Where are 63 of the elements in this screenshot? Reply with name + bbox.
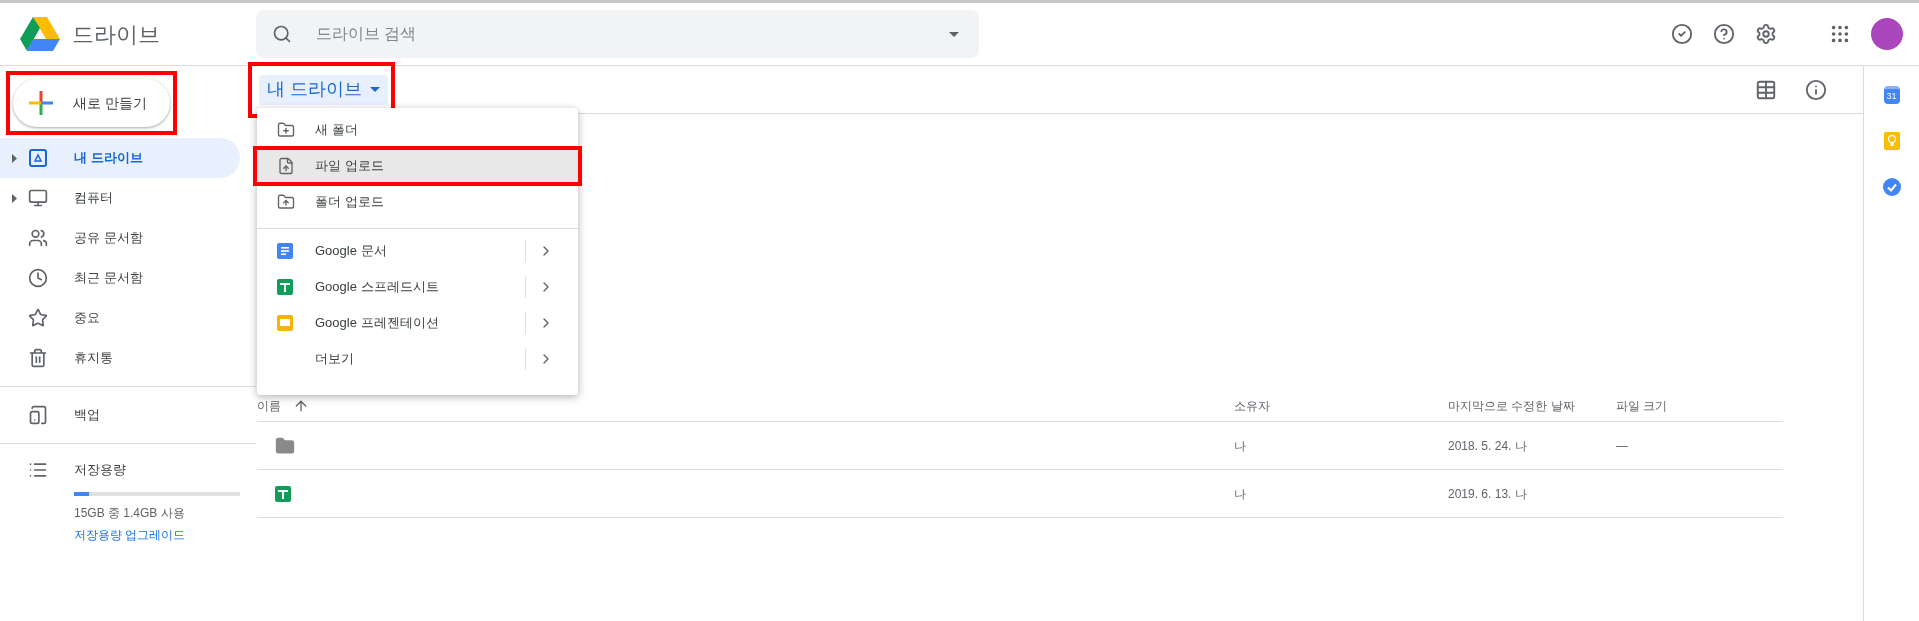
owner-cell-text: 나 (1234, 485, 1246, 503)
sidebar-item[interactable]: 휴지통 (0, 338, 240, 378)
sidebar-item[interactable]: 백업 (0, 395, 240, 435)
column-header[interactable]: 소유자 (1234, 396, 1270, 415)
slides-icon (277, 315, 293, 331)
grid-view-icon[interactable] (1755, 78, 1777, 101)
modified-cell-text: 2019. 6. 13. 나 (1448, 485, 1527, 503)
caret-icon (370, 87, 380, 92)
drive-logo-icon (20, 16, 60, 52)
drive-icon (28, 148, 48, 168)
avatar[interactable] (1871, 18, 1903, 50)
menu-item[interactable]: 파일 업로드 (257, 150, 578, 182)
people-icon (28, 228, 48, 248)
menu-item[interactable]: Google 문서 (257, 235, 578, 267)
apps-icon[interactable] (1829, 23, 1851, 45)
expand-arrow-icon[interactable] (11, 193, 17, 203)
sidebar-item[interactable]: 중요 (0, 298, 240, 338)
settings-icon[interactable] (1755, 23, 1777, 45)
search-icon (272, 24, 292, 44)
folder-upload-icon (277, 193, 295, 211)
folder-plus-icon (277, 121, 295, 139)
menu-item[interactable]: Google 스프레드시트 (257, 271, 578, 303)
file-row[interactable]: 나 2018. 5. 24. 나 — (257, 422, 1783, 470)
file-upload-icon (277, 157, 295, 175)
modified-cell-text: 2018. 5. 24. 나 (1448, 437, 1527, 455)
sidebar-item[interactable]: 최근 문서함 (0, 258, 240, 298)
expand-arrow-icon[interactable] (11, 153, 17, 163)
clock-icon (28, 268, 48, 288)
plus-icon (29, 91, 53, 115)
help-icon[interactable] (1713, 23, 1735, 45)
column-header[interactable]: 마지막으로 수정한 날짜 (1448, 396, 1575, 415)
caret-icon (949, 32, 959, 37)
sheets-icon (277, 279, 293, 295)
upgrade-link[interactable]: 저장용량 업그레이드 (74, 526, 186, 544)
trash-icon (28, 348, 48, 368)
folder-icon (275, 435, 295, 456)
sidebar-item[interactable]: 컴퓨터 (0, 178, 240, 218)
owner-cell-text: 나 (1234, 437, 1246, 455)
menu-item[interactable]: Google 프레젠테이션 (257, 307, 578, 339)
storage-label: 저장용량 (74, 461, 126, 480)
new-button[interactable]: 새로 만들기 (13, 79, 170, 127)
app-name: 드라이브 (72, 20, 160, 49)
storage-usage: 15GB 중 1.4GB 사용 (74, 505, 186, 522)
column-header[interactable]: 파일 크기 (1616, 396, 1668, 415)
file-row[interactable]: 나 2019. 6. 13. 나 (257, 470, 1783, 518)
search-field[interactable]: 드라이브 검색 (256, 10, 979, 58)
sidebar-item[interactable]: 내 드라이브 (0, 138, 240, 178)
task-icon[interactable] (1882, 178, 1901, 196)
task-check-icon[interactable] (1671, 23, 1693, 45)
calendar-icon[interactable]: 31 (1883, 86, 1900, 104)
menu-item[interactable]: 폴더 업로드 (257, 186, 578, 218)
breadcrumb-button[interactable]: 내 드라이브 (259, 74, 388, 105)
info-icon[interactable] (1805, 78, 1827, 101)
computer-icon (28, 188, 48, 208)
size-cell-text: — (1616, 437, 1628, 455)
sheets-icon (275, 485, 291, 502)
menu-item[interactable]: 새 폴더 (257, 114, 578, 146)
column-header[interactable]: 이름 (257, 396, 309, 415)
star-icon (28, 308, 48, 328)
phone-icon (28, 405, 48, 425)
docs-icon (277, 243, 293, 259)
menu-item[interactable]: 더보기 (257, 343, 578, 375)
sidebar-item[interactable]: 공유 문서함 (0, 218, 240, 258)
